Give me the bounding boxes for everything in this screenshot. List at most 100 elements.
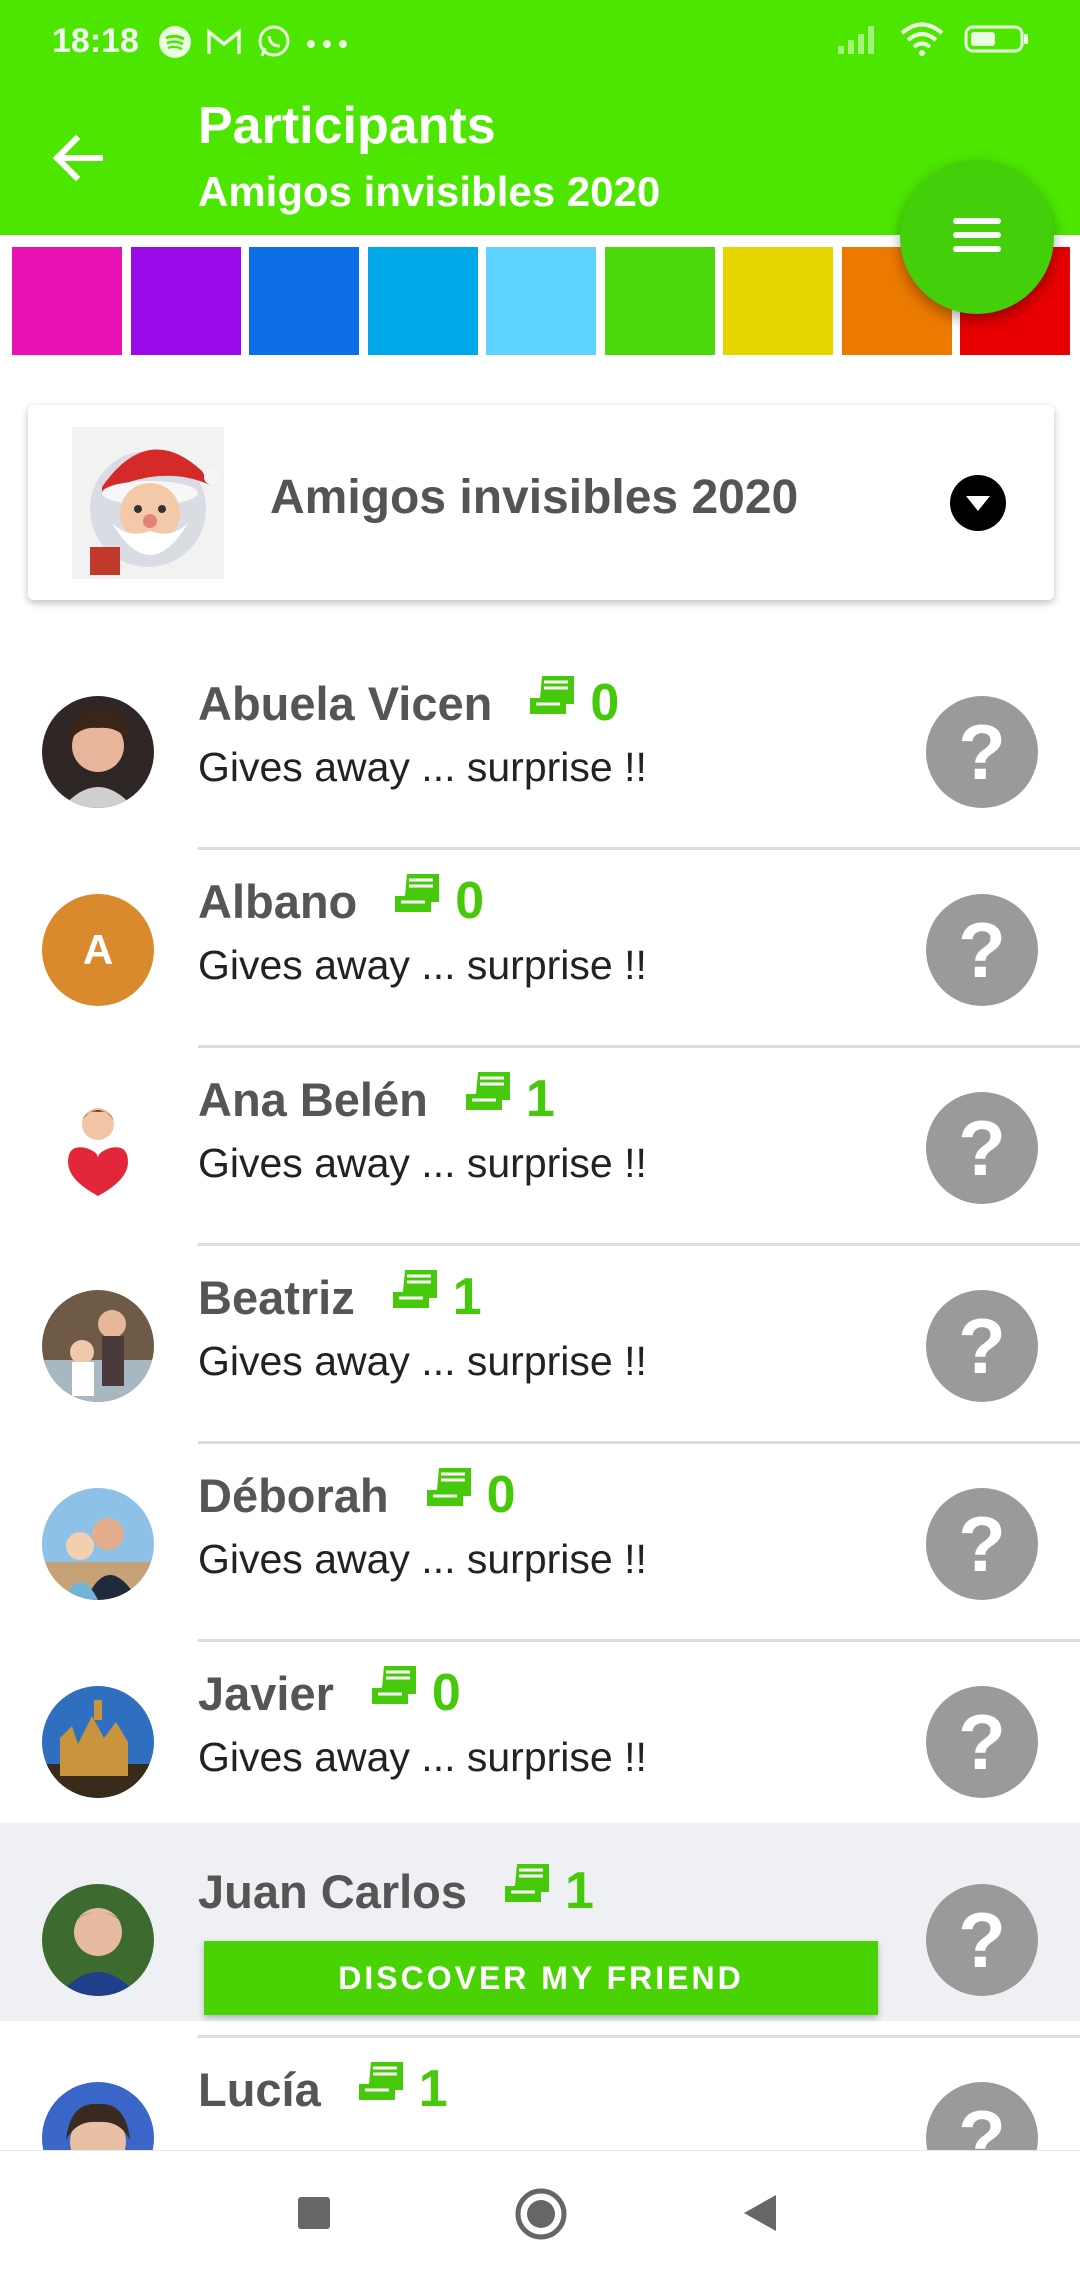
participant-name: Beatriz 1	[198, 1267, 482, 1327]
gift-count-badge: 1	[357, 2059, 448, 2119]
gift-count: 1	[452, 1268, 482, 1326]
participant-row[interactable]: Beatriz 1 Gives away ... surprise !!?	[0, 1229, 1080, 1444]
reveal-question-button[interactable]: ?	[926, 1686, 1038, 1798]
gift-count-badge: 1	[391, 1267, 482, 1327]
color-swatch[interactable]	[368, 247, 478, 355]
participant-name-label: Beatriz	[198, 1271, 355, 1324]
more-icon	[306, 36, 348, 54]
participant-name: Déborah 0	[198, 1465, 516, 1525]
group-avatar-santa	[72, 427, 224, 579]
spotify-icon	[158, 25, 192, 64]
avatar	[42, 2082, 154, 2150]
participants-list: Abuela Vicen 0 Gives away ... surprise !!?…	[0, 635, 1080, 2150]
reveal-question-button[interactable]: ?	[926, 1290, 1038, 1402]
participant-name-label: Déborah	[198, 1469, 389, 1522]
whatsapp-icon	[256, 24, 292, 65]
avatar	[42, 1290, 154, 1402]
participant-description: Gives away ... surprise !!	[198, 1140, 647, 1186]
discover-friend-button[interactable]: DISCOVER MY FRIEND	[204, 1941, 878, 2015]
ticket-icon	[464, 1069, 526, 1129]
svg-text:A: A	[83, 926, 113, 973]
participant-name: Lucía 1	[198, 2059, 448, 2119]
participant-name-label: Albano	[198, 875, 358, 928]
ticket-icon	[391, 1267, 453, 1327]
gift-count: 1	[525, 1070, 555, 1128]
menu-fab-button[interactable]	[900, 160, 1054, 314]
gift-count: 1	[418, 2060, 448, 2118]
reveal-question-button[interactable]: ?	[926, 2082, 1038, 2150]
dropdown-arrow-icon[interactable]	[950, 475, 1006, 531]
battery-icon	[964, 24, 1030, 59]
gift-count-badge: 0	[393, 871, 484, 931]
group-name: Amigos invisibles 2020	[270, 471, 799, 524]
gift-count-badge: 1	[503, 1861, 594, 1921]
wifi-icon	[900, 22, 944, 61]
avatar	[42, 1488, 154, 1600]
gmail-icon	[206, 27, 242, 62]
status-bar: 18:18	[0, 0, 1080, 90]
ticket-icon	[425, 1465, 487, 1525]
back-arrow-icon[interactable]	[48, 128, 108, 188]
reveal-question-button[interactable]: ?	[926, 894, 1038, 1006]
ticket-icon	[503, 1861, 565, 1921]
color-swatch[interactable]	[12, 247, 122, 355]
menu-icon	[951, 216, 1003, 259]
color-swatch[interactable]	[605, 247, 715, 355]
participant-name: Juan Carlos 1	[198, 1861, 594, 1921]
participant-name-label: Javier	[198, 1667, 334, 1720]
color-swatch[interactable]	[486, 247, 596, 355]
signal-icon	[836, 24, 880, 59]
gift-count: 1	[565, 1862, 594, 1920]
group-selector[interactable]: Amigos invisibles 2020	[28, 405, 1054, 600]
gift-count-badge: 0	[528, 673, 619, 733]
avatar	[42, 1884, 154, 1996]
gift-count: 0	[431, 1664, 461, 1722]
avatar	[42, 696, 154, 808]
status-time: 18:18	[52, 22, 139, 60]
participant-name-label: Juan Carlos	[198, 1865, 468, 1918]
participant-row[interactable]: Abuela Vicen 0 Gives away ... surprise !!?	[0, 635, 1080, 850]
participant-row[interactable]: Ana Belén 1 Gives away ... surprise !!?	[0, 1031, 1080, 1246]
reveal-question-button[interactable]: ?	[926, 1488, 1038, 1600]
gift-count-badge: 0	[425, 1465, 516, 1525]
participant-row[interactable]: Déborah 0 Gives away ... surprise !!?	[0, 1427, 1080, 1642]
home-icon[interactable]	[514, 2187, 568, 2246]
participant-name-label: Ana Belén	[198, 1073, 428, 1126]
reveal-question-button[interactable]: ?	[926, 1092, 1038, 1204]
ticket-icon	[357, 2059, 419, 2119]
ticket-icon	[528, 673, 590, 733]
gift-count: 0	[486, 1466, 516, 1524]
color-swatch[interactable]	[131, 247, 241, 355]
participant-row[interactable]: Javier 0 Gives away ... surprise !!?	[0, 1625, 1080, 1840]
participant-description: Gives away ... surprise !!	[198, 1734, 647, 1780]
participant-name: Albano 0	[198, 871, 484, 931]
participant-name: Abuela Vicen 0	[198, 673, 619, 733]
participant-name-label: Abuela Vicen	[198, 677, 493, 730]
ticket-icon	[370, 1663, 432, 1723]
participant-description: Gives away ... surprise !!	[198, 744, 647, 790]
participant-description: Gives away ... surprise !!	[198, 942, 647, 988]
recents-icon[interactable]	[296, 2195, 332, 2236]
avatar	[42, 1092, 154, 1204]
participant-description: Gives away ... surprise !!	[198, 1338, 647, 1384]
page-subtitle: Amigos invisibles 2020	[198, 168, 661, 215]
participant-row[interactable]: A Albano 0 Gives away ... surprise !!?	[0, 833, 1080, 1048]
reveal-question-button[interactable]: ?	[926, 696, 1038, 808]
gift-count-badge: 1	[464, 1069, 555, 1129]
reveal-question-button[interactable]: ?	[926, 1884, 1038, 1996]
back-icon[interactable]	[740, 2193, 780, 2238]
participant-row[interactable]: Lucía 1?	[0, 2021, 1080, 2150]
gift-count: 0	[590, 674, 620, 732]
gift-count-badge: 0	[370, 1663, 461, 1723]
participant-name: Ana Belén 1	[198, 1069, 555, 1129]
ticket-icon	[393, 871, 455, 931]
gift-count: 0	[455, 872, 485, 930]
avatar: A	[42, 894, 154, 1006]
color-swatch[interactable]	[249, 247, 359, 355]
participant-name-label: Lucía	[198, 2063, 321, 2116]
page-title: Participants	[198, 97, 496, 155]
avatar	[42, 1686, 154, 1798]
participant-row[interactable]: Juan Carlos 1 DISCOVER MY FRIEND?	[0, 1823, 1080, 2038]
participant-description: Gives away ... surprise !!	[198, 1536, 647, 1582]
color-swatch[interactable]	[723, 247, 833, 355]
